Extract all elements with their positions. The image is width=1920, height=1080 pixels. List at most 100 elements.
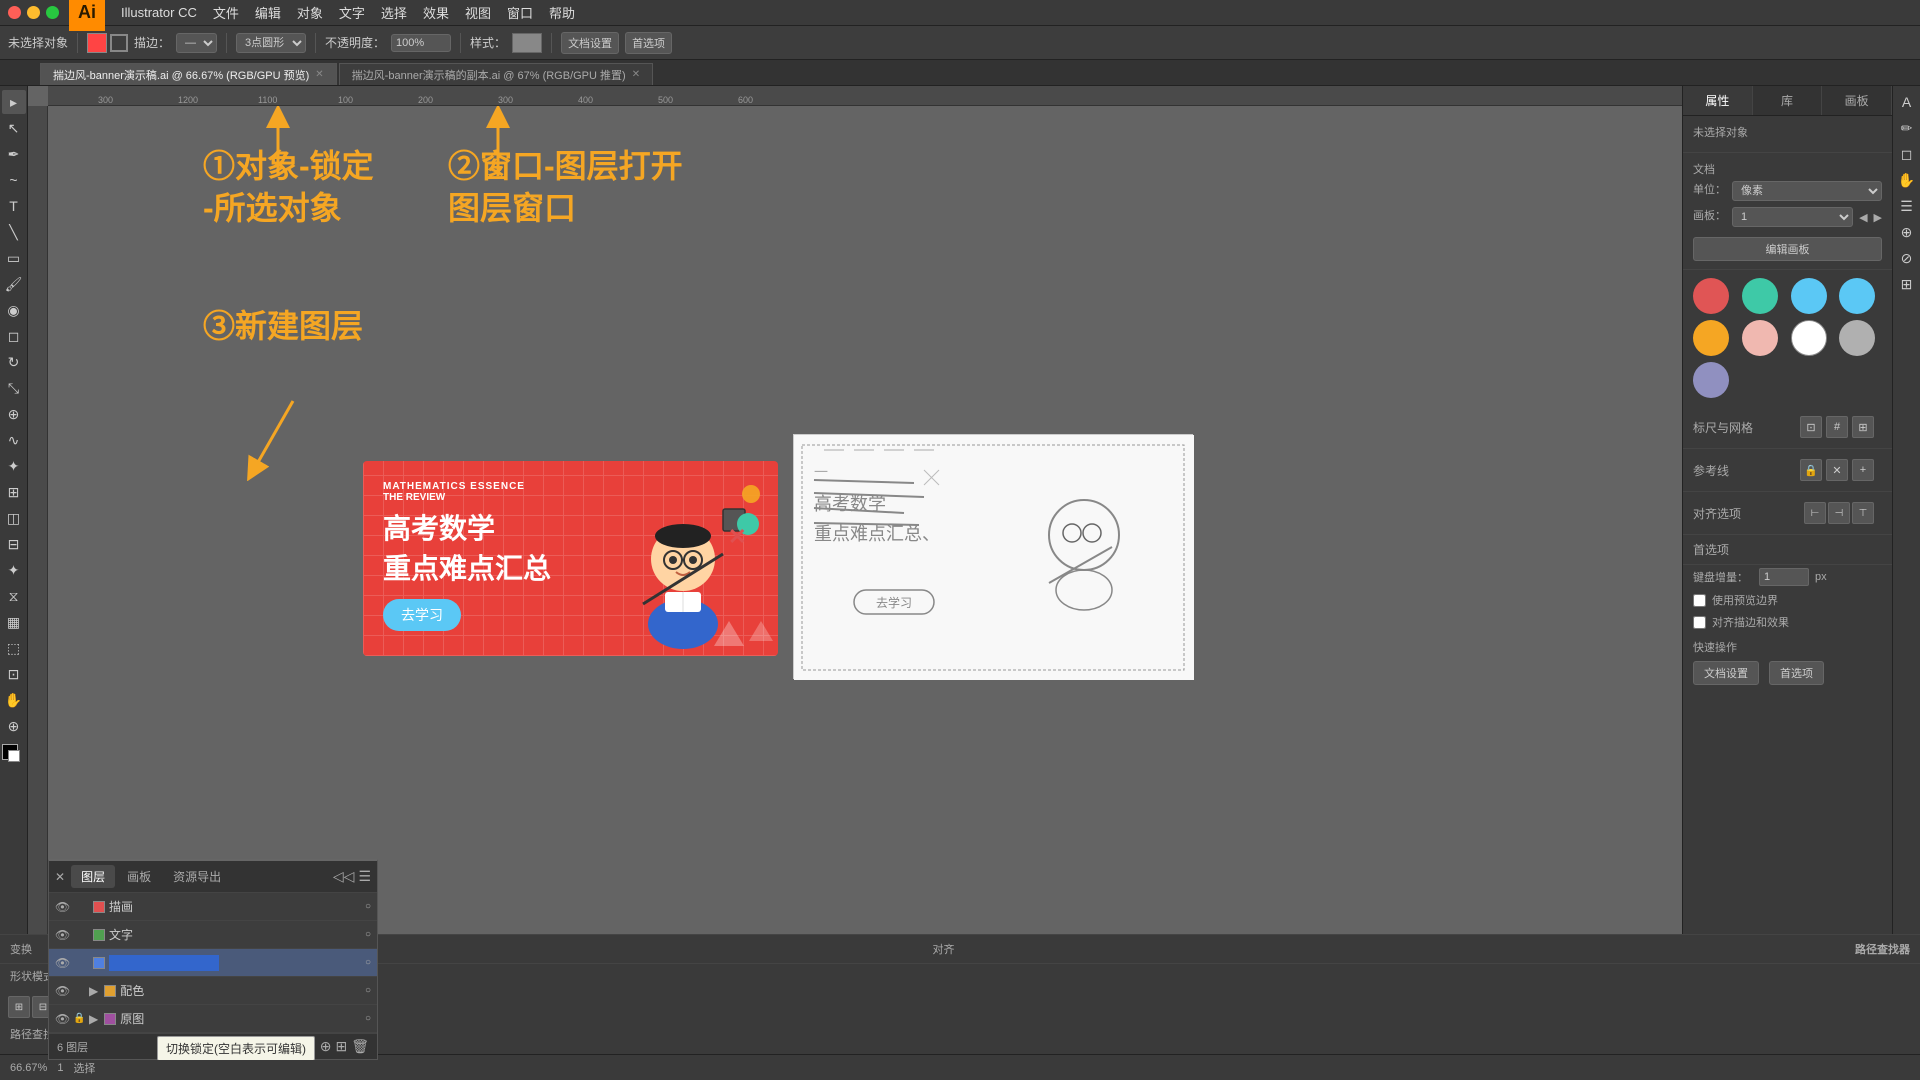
template-select[interactable]: 1 [1732,207,1853,227]
swatch-pink[interactable] [1742,320,1778,356]
menu-select[interactable]: 选择 [373,3,415,22]
tool-paint[interactable]: 🖌 [2,272,26,296]
right-icon-shape[interactable]: ◻ [1895,142,1919,166]
tool-scale[interactable]: ⤡ [2,376,26,400]
tool-width[interactable]: ∿ [2,428,26,452]
show-grid-icon[interactable]: # [1826,416,1848,438]
tool-eyedropper[interactable]: ✦ [2,558,26,582]
tool-direct-select[interactable]: ↖ [2,116,26,140]
minimize-button[interactable] [27,6,40,19]
preferences-button[interactable]: 首选项 [625,32,672,54]
tool-free-transform[interactable]: ✦ [2,454,26,478]
menu-effect[interactable]: 效果 [415,3,457,22]
collapse-icon[interactable]: ◁◁ [333,868,355,885]
tool-rect[interactable]: ▭ [2,246,26,270]
right-icon-pen[interactable]: ✏ [1895,116,1919,140]
layer-row-text[interactable]: 👁 文字 ○ [49,921,377,949]
export-tab[interactable]: 资源导出 [163,865,231,888]
menu-window[interactable]: 窗口 [499,3,541,22]
align-right-edge[interactable]: ⊤ [1852,502,1874,524]
unit-select[interactable]: 像素 [1732,181,1882,201]
tab-main-close[interactable]: ✕ [315,69,323,80]
right-icon-properties[interactable]: A [1895,90,1919,114]
circle-type-select[interactable]: 3点圆形 [236,33,306,53]
tab-main[interactable]: 揣边风-banner演示稿.ai @ 66.67% (RGB/GPU 预览) ✕ [40,63,337,85]
tool-type[interactable]: T [2,194,26,218]
tool-shape-builder[interactable]: ⊞ [2,480,26,504]
right-icon-no[interactable]: ⊘ [1895,246,1919,270]
layer-eye-edit[interactable]: 👁 [55,956,73,970]
lock-guides-icon[interactable]: 🔒 [1800,459,1822,481]
tool-gradient[interactable]: ◫ [2,506,26,530]
tool-mesh[interactable]: ⊟ [2,532,26,556]
shape-unite[interactable]: ⊞ [8,996,30,1018]
tool-hand[interactable]: ✋ [2,688,26,712]
align-center-h[interactable]: ⊣ [1828,502,1850,524]
maximize-button[interactable] [46,6,59,19]
swatch-teal[interactable] [1742,278,1778,314]
swatch-gray[interactable] [1839,320,1875,356]
close-button[interactable] [8,6,21,19]
layer-lock-orig[interactable]: 🔒 [73,1013,89,1024]
tool-blob[interactable]: ◉ [2,298,26,322]
clear-guides-icon[interactable]: ✕ [1826,459,1848,481]
new-sublayer-button[interactable]: ⊕ [320,1038,332,1055]
swatch-lavender[interactable] [1693,362,1729,398]
menu-text[interactable]: 文字 [331,3,373,22]
corner-checkbox[interactable] [1693,616,1706,629]
show-rulers-icon[interactable]: ⊡ [1800,416,1822,438]
layer-name-input[interactable] [109,955,219,971]
new-layer-button[interactable]: ⊞ [335,1038,347,1055]
keyboard-value-input[interactable] [1759,568,1809,586]
layer-row-draw[interactable]: 👁 描画 ○ [49,893,377,921]
tool-artboard[interactable]: ⬚ [2,636,26,660]
swatch-orange[interactable] [1693,320,1729,356]
color-switcher[interactable] [2,744,26,774]
layer-eye-draw[interactable]: 👁 [55,900,73,914]
fill-color-swatch[interactable] [87,33,107,53]
tool-curvature[interactable]: ~ [2,168,26,192]
library-tab[interactable]: 库 [1753,86,1823,115]
tool-line[interactable]: ╲ [2,220,26,244]
swatch-light-blue[interactable] [1791,278,1827,314]
doc-settings-button[interactable]: 文档设置 [561,32,619,54]
prev-artboard[interactable]: ◀ [1859,211,1867,224]
layers-tab[interactable]: 图层 [71,865,115,888]
tool-zoom[interactable]: ⊕ [2,714,26,738]
expand-icon-colors[interactable]: ▶ [89,984,98,998]
menu-help[interactable]: 帮助 [541,3,583,22]
stroke-color-swatch[interactable] [110,34,128,52]
layer-row-original[interactable]: 👁 🔒 ▶ 原图 ○ [49,1005,377,1033]
menu-edit[interactable]: 编辑 [247,3,289,22]
right-icon-plus[interactable]: ⊕ [1895,220,1919,244]
close-layers-icon[interactable]: ✕ [55,870,65,884]
menu-view[interactable]: 视图 [457,3,499,22]
right-icon-hand2[interactable]: ✋ [1895,168,1919,192]
tool-blend[interactable]: ⧖ [2,584,26,608]
artboard-tab-right[interactable]: 画板 [1822,86,1892,115]
tool-select[interactable]: ▸ [2,90,26,114]
artboard-tab[interactable]: 画板 [117,865,161,888]
delete-layer-button[interactable]: 🗑 [351,1038,369,1055]
layer-eye-colors[interactable]: 👁 [55,984,73,998]
layer-row-editing[interactable]: 👁 ○ [49,949,377,977]
next-artboard[interactable]: ▶ [1874,211,1882,224]
swatch-white[interactable] [1791,320,1827,356]
opacity-input[interactable] [391,34,451,52]
tool-eraser[interactable]: ◻ [2,324,26,348]
stroke-weight-select[interactable]: — [176,33,217,53]
style-swatch[interactable] [512,33,542,53]
right-icon-align2[interactable]: ☰ [1895,194,1919,218]
tool-chart[interactable]: ▦ [2,610,26,634]
qa-preferences[interactable]: 首选项 [1769,661,1824,685]
menu-object[interactable]: 对象 [289,3,331,22]
preview-checkbox[interactable] [1693,594,1706,607]
menu-file[interactable]: 文件 [205,3,247,22]
tab-copy-close[interactable]: ✕ [632,69,640,80]
add-guide-icon[interactable]: + [1852,459,1874,481]
tab-copy[interactable]: 揣边风-banner演示稿的副本.ai @ 67% (RGB/GPU 推置) ✕ [339,63,653,85]
layer-eye-orig[interactable]: 👁 [55,1012,73,1026]
swatch-cyan[interactable] [1839,278,1875,314]
banner-cta-button[interactable]: 去学习 [383,599,461,631]
expand-icon-orig[interactable]: ▶ [89,1012,98,1026]
